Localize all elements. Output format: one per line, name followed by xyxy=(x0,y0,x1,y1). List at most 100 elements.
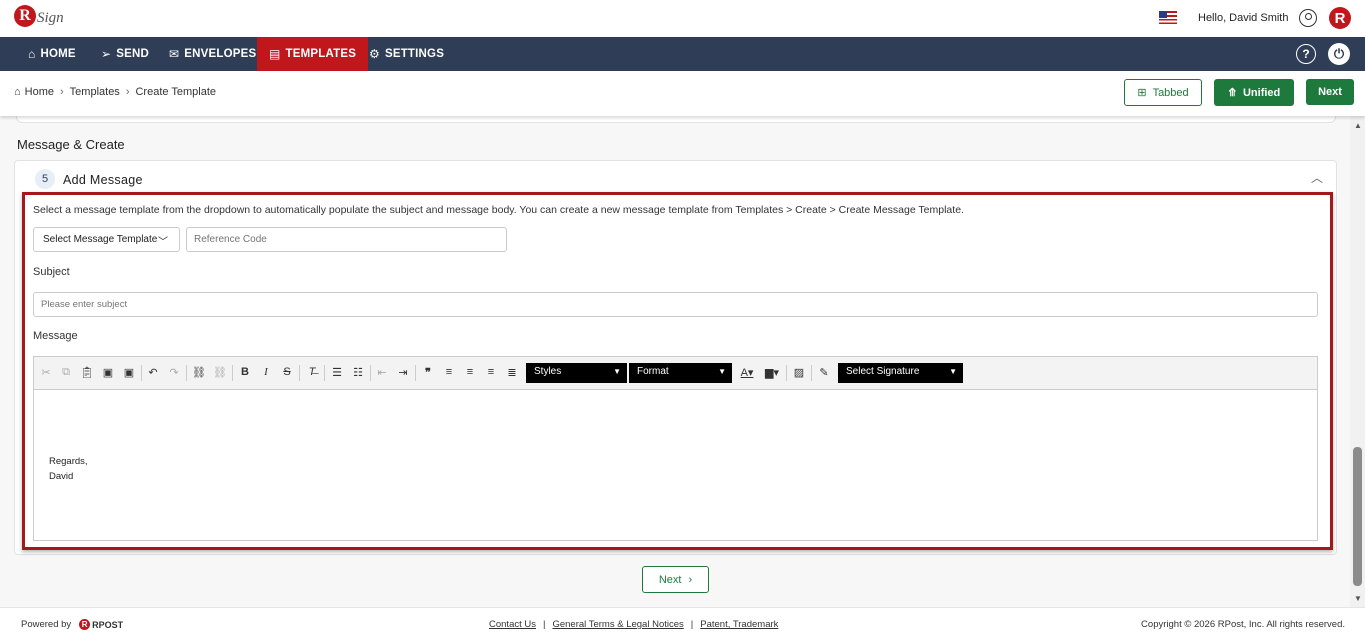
main-nav: ⌂ HOME ➢ SEND ✉ ENVELOPES ▤ TEMPLATES ⚙ SETTI… xyxy=(0,37,1365,71)
nav-item-templates[interactable]: ▤ TEMPLATES xyxy=(257,37,369,71)
paste-word-icon[interactable]: ▣ xyxy=(122,366,136,379)
footer: Powered by R RPOST Contact Us | General T… xyxy=(0,607,1365,639)
outdent-icon[interactable]: ⇤ xyxy=(375,366,389,379)
user-profile-icon[interactable] xyxy=(1299,9,1317,27)
next-button-bottom[interactable]: Next › xyxy=(642,566,709,593)
chevron-right-icon: › xyxy=(688,573,693,586)
tabbed-label: Tabbed xyxy=(1152,86,1189,99)
paste-icon[interactable]: 📋︎ xyxy=(80,366,94,379)
scroll-up-icon[interactable]: ▲ xyxy=(1354,121,1362,130)
signature-icon[interactable]: ✎ xyxy=(817,366,831,379)
nav-templates-label: TEMPLATES xyxy=(285,48,357,60)
scrollbar-thumb[interactable] xyxy=(1353,447,1362,586)
rpost-r-icon: R xyxy=(79,619,91,630)
reference-code-input[interactable] xyxy=(186,227,507,252)
format-label: Format xyxy=(637,366,669,377)
envelope-icon: ✉ xyxy=(169,47,180,61)
terms-link[interactable]: General Terms & Legal Notices xyxy=(552,619,683,630)
unified-label: Unified xyxy=(1242,86,1281,99)
toolbar-divider xyxy=(370,365,371,381)
editor-body[interactable]: Regards, David xyxy=(49,454,88,484)
remove-format-icon[interactable]: T̶ xyxy=(305,366,319,378)
next-button-top[interactable]: Next xyxy=(1306,79,1354,105)
home-icon: ⌂ xyxy=(14,86,21,98)
body-line: David xyxy=(49,471,74,482)
subject-label: Subject xyxy=(33,266,70,278)
page-scrollbar[interactable]: ▲ ▼ xyxy=(1350,116,1365,607)
toolbar-divider xyxy=(186,365,187,381)
help-icon[interactable]: ? xyxy=(1296,44,1316,64)
nav-item-settings[interactable]: ⚙ SETTINGS xyxy=(369,37,444,71)
bulleted-list-icon[interactable]: ☷ xyxy=(351,366,365,379)
align-center-icon[interactable]: ≡ xyxy=(463,366,477,378)
grid-icon: ⊞ xyxy=(1137,87,1147,99)
breadcrumb-current: Create Template xyxy=(135,86,216,98)
logo-r-mark: R xyxy=(14,4,36,27)
paste-text-icon[interactable]: ▣ xyxy=(101,366,115,379)
chevron-down-icon: ﹀ xyxy=(158,237,168,248)
nav-item-home[interactable]: ⌂ HOME xyxy=(28,37,76,71)
select-message-template-dropdown[interactable]: Select Message Template ﹀ xyxy=(33,227,180,252)
scroll-down-icon[interactable]: ▼ xyxy=(1354,594,1362,603)
avatar[interactable]: R xyxy=(1329,7,1351,29)
message-editor: ✂ ⧉ 📋︎ ▣ ▣ ↶ ↷ ⛓ ⛓ B I S T̶ ☰ ☷ ⇤ ⇥ ❞ ≡ … xyxy=(33,356,1318,541)
toolbar-divider xyxy=(141,365,142,381)
send-icon: ➢ xyxy=(101,47,112,61)
uk-flag-icon[interactable] xyxy=(1159,11,1177,24)
undo-icon[interactable]: ↶ xyxy=(146,366,160,379)
document-icon: ▤ xyxy=(269,47,281,61)
footer-divider: | xyxy=(690,619,694,630)
italic-icon[interactable]: I xyxy=(259,366,273,378)
blockquote-icon[interactable]: ❞ xyxy=(421,366,435,379)
nav-envelopes-label: ENVELOPES xyxy=(184,48,257,60)
nav-item-send[interactable]: ➢ SEND xyxy=(101,37,149,71)
numbered-list-icon[interactable]: ☰ xyxy=(330,366,344,379)
copy-icon[interactable]: ⧉ xyxy=(59,366,73,379)
breadcrumb-home[interactable]: Home xyxy=(25,86,54,98)
rpost-brand: RPOST xyxy=(92,619,124,630)
contact-us-link[interactable]: Contact Us xyxy=(489,619,536,630)
unified-view-button[interactable]: ⤊ Unified xyxy=(1214,79,1294,106)
footer-links: Contact Us | General Terms & Legal Notic… xyxy=(489,619,778,630)
footer-divider: | xyxy=(543,619,546,630)
indent-icon[interactable]: ⇥ xyxy=(396,366,410,379)
unlink-icon[interactable]: ⛓ xyxy=(213,366,227,379)
caret-down-icon: ▼ xyxy=(949,367,957,376)
link-icon[interactable]: ⛓ xyxy=(192,366,206,379)
signature-label: Select Signature xyxy=(846,366,920,377)
nav-send-label: SEND xyxy=(116,48,150,60)
message-label: Message xyxy=(33,330,78,342)
nav-item-envelopes[interactable]: ✉ ENVELOPES xyxy=(169,37,256,71)
next-label: Next xyxy=(658,573,682,586)
previous-card-edge xyxy=(16,116,1336,123)
gear-icon: ⚙ xyxy=(369,47,380,61)
tabbed-view-button[interactable]: ⊞ Tabbed xyxy=(1124,79,1202,106)
align-right-icon[interactable]: ≡ xyxy=(484,366,498,378)
align-left-icon[interactable]: ≡ xyxy=(442,366,456,378)
text-color-icon[interactable]: A▾ xyxy=(737,366,757,379)
power-icon[interactable]: ⏻ xyxy=(1328,43,1350,65)
background-color-icon[interactable]: ▆▾ xyxy=(762,366,782,379)
card-title: Add Message xyxy=(63,173,143,187)
breadcrumb-templates[interactable]: Templates xyxy=(70,86,120,98)
image-icon[interactable]: ▨ xyxy=(792,366,806,379)
rpost-logo: R RPOST xyxy=(79,619,123,630)
styles-dropdown[interactable]: Styles ▼ xyxy=(526,363,627,383)
chevron-up-icon[interactable]: ︿ xyxy=(1311,169,1323,186)
justify-icon[interactable]: ≣ xyxy=(505,366,519,379)
breadcrumb-bar: ⌂ Home › Templates › Create Template ⊞ Ta… xyxy=(0,71,1365,116)
bold-icon[interactable]: B xyxy=(238,366,252,378)
toolbar-divider xyxy=(786,365,787,381)
cut-icon[interactable]: ✂ xyxy=(39,366,53,379)
strikethrough-icon[interactable]: S xyxy=(280,366,294,378)
powered-by: Powered by R RPOST xyxy=(21,619,123,630)
format-dropdown[interactable]: Format ▼ xyxy=(629,363,732,383)
toolbar-divider xyxy=(415,365,416,381)
powered-by-label: Powered by xyxy=(21,619,72,630)
select-signature-dropdown[interactable]: Select Signature ▼ xyxy=(838,363,963,383)
subject-input[interactable] xyxy=(33,292,1318,317)
patent-link[interactable]: Patent, Trademark xyxy=(700,619,778,630)
step-number-badge: 5 xyxy=(35,169,55,189)
rsign-logo[interactable]: R Sign xyxy=(14,4,64,27)
redo-icon[interactable]: ↷ xyxy=(167,366,181,379)
